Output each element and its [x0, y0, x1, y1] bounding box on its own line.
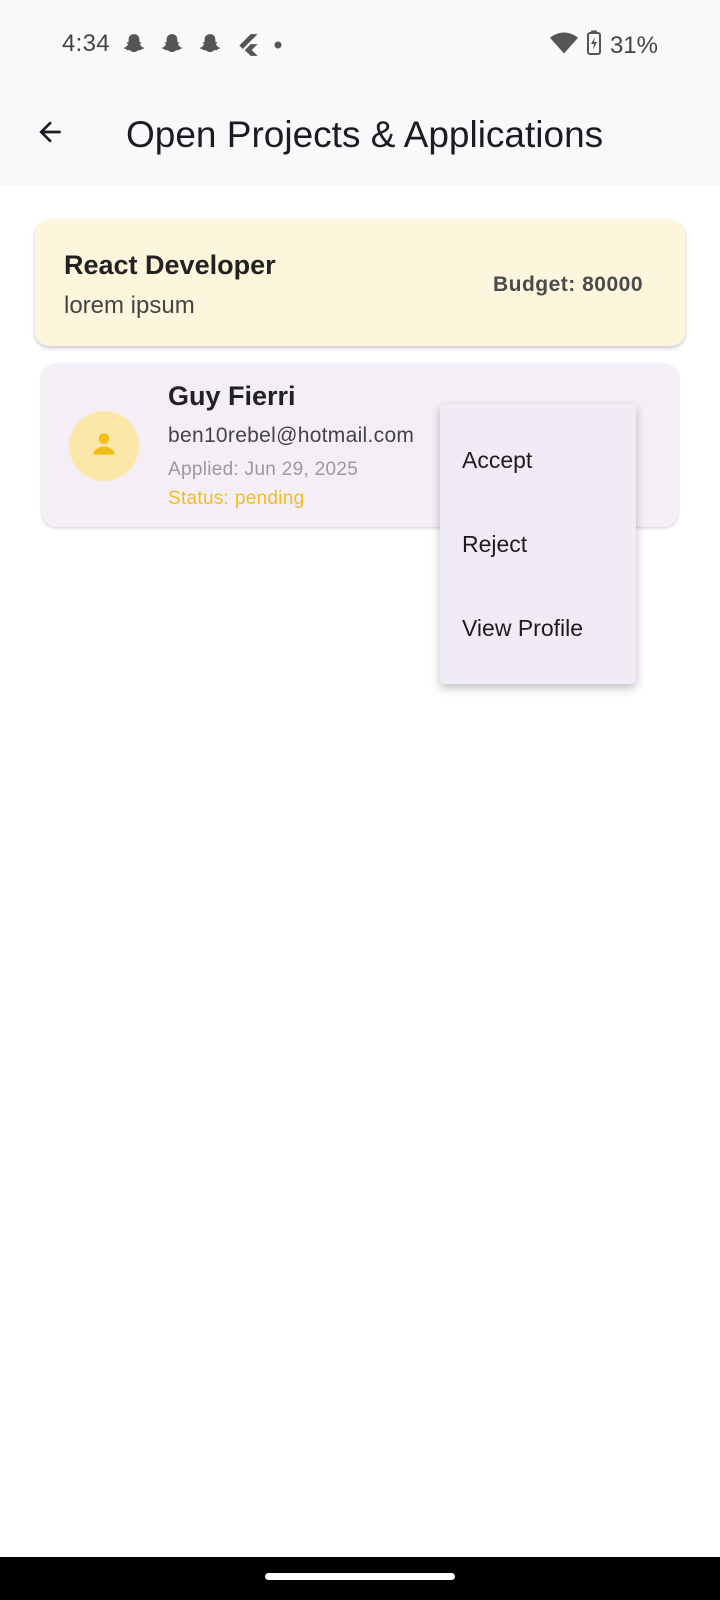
battery-percent: 31% — [609, 31, 658, 59]
snapchat-icon — [121, 32, 147, 58]
arrow-back-icon — [34, 116, 66, 153]
wifi-icon — [549, 31, 578, 60]
avatar — [69, 411, 139, 481]
dot-icon — [273, 32, 283, 58]
status-time: 4:34 — [62, 30, 110, 57]
status-badge: Status: pending — [168, 488, 305, 509]
project-card: React Developer lorem ipsum Budget: 8000… — [35, 220, 685, 346]
back-button[interactable] — [26, 110, 74, 158]
person-icon — [88, 428, 120, 465]
applicant-email: ben10rebel@hotmail.com — [168, 424, 415, 447]
applied-date: Applied: Jun 29, 2025 — [168, 459, 359, 480]
project-description: lorem ipsum — [64, 292, 195, 319]
project-title: React Developer — [64, 250, 276, 280]
menu-item-accept[interactable]: Accept — [440, 418, 636, 502]
battery-charging-icon — [586, 30, 602, 61]
snapchat-icon — [159, 32, 185, 58]
project-budget: Budget: 80000 — [492, 273, 643, 296]
notification-icons — [121, 32, 283, 58]
status-bar: 4:34 31% — [0, 0, 720, 90]
menu-item-view-profile[interactable]: View Profile — [440, 586, 636, 670]
home-gesture-handle[interactable] — [265, 1573, 455, 1580]
applicant-name: Guy Fierri — [168, 381, 296, 411]
action-popup-menu: Accept Reject View Profile — [440, 404, 636, 684]
flutter-icon — [235, 32, 261, 58]
page-title: Open Projects & Applications — [126, 114, 604, 155]
snapchat-icon — [197, 32, 223, 58]
system-status: 31% — [549, 30, 658, 61]
app-bar: Open Projects & Applications — [0, 90, 720, 186]
menu-item-reject[interactable]: Reject — [440, 502, 636, 586]
